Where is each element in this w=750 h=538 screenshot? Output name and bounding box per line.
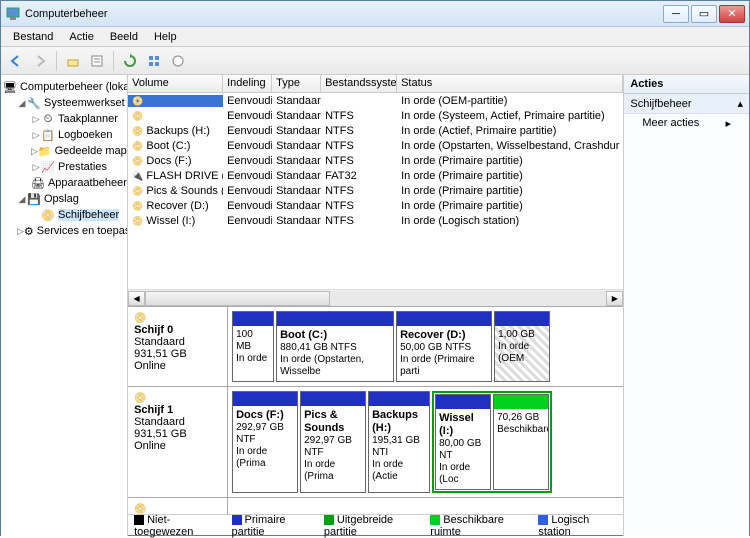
h-scrollbar[interactable]: ◀ ▶ — [128, 289, 623, 306]
window-title: Computerbeheer — [25, 8, 663, 20]
volume-row[interactable]: 📀 Boot (C:)EenvoudigStandaardNTFSIn orde… — [128, 138, 623, 153]
actions-panel: Acties Schijfbeheer▴ Meer acties▸ — [624, 75, 749, 536]
partition[interactable]: Wissel (I:)80,00 GB NTIn orde (Loc — [435, 394, 491, 490]
scroll-thumb[interactable] — [145, 291, 330, 306]
scroll-right[interactable]: ▶ — [606, 291, 623, 306]
tree-performance[interactable]: ▷📈Prestaties — [3, 159, 125, 175]
col-type[interactable]: Type — [272, 75, 321, 92]
actions-header: Acties — [624, 75, 749, 94]
volume-row[interactable]: 📀 Pics & Sounds (G:)EenvoudigStandaardNT… — [128, 183, 623, 198]
disk-row[interactable]: 📀Schijf 1Standaard931,51 GBOnlineDocs (F… — [128, 386, 623, 497]
tree-disk-management[interactable]: 📀Schijfbeheer — [3, 207, 125, 223]
tree-task-scheduler[interactable]: ▷⏲Taakplanner — [3, 111, 125, 127]
col-fs[interactable]: Bestandssysteem — [321, 75, 397, 92]
tree-device-manager[interactable]: 🖨Apparaatbeheer — [3, 175, 125, 191]
tree-services[interactable]: ▷⚙Services en toepassingen — [3, 223, 125, 239]
partition[interactable]: Pics & Sounds292,97 GB NTFIn orde (Prima — [300, 391, 366, 493]
menu-action[interactable]: Actie — [61, 29, 101, 45]
partition[interactable]: Docs (F:)292,97 GB NTFIn orde (Prima — [232, 391, 298, 493]
menu-view[interactable]: Beeld — [102, 29, 146, 45]
col-status[interactable]: Status — [397, 75, 623, 92]
legend: Niet-toegewezen Primaire partitie Uitgeb… — [128, 514, 623, 536]
help-button[interactable] — [167, 50, 189, 72]
tree-root[interactable]: 🖥Computerbeheer (lokaal) — [3, 79, 125, 95]
nav-tree[interactable]: 🖥Computerbeheer (lokaal) ◢🔧Systeemwerkse… — [1, 75, 128, 536]
partition[interactable]: 100 MBIn orde — [232, 311, 274, 382]
partition[interactable]: Backups (H:)195,31 GB NTIIn orde (Actie — [368, 391, 430, 493]
disk-map[interactable]: 📀Schijf 0Standaard931,51 GBOnline100 MBI… — [128, 306, 623, 514]
menu-help[interactable]: Help — [146, 29, 185, 45]
collapse-icon: ▴ — [737, 97, 743, 110]
volume-row[interactable]: 📀 Backups (H:)EenvoudigStandaardNTFSIn o… — [128, 123, 623, 138]
volume-row[interactable]: 📀 Wissel (I:)EenvoudigStandaardNTFSIn or… — [128, 213, 623, 228]
partition[interactable]: 70,26 GBBeschikbare — [493, 394, 549, 490]
disk-row[interactable]: 📀Schijf 0Standaard931,51 GBOnline100 MBI… — [128, 306, 623, 386]
volume-row[interactable]: 📀 EenvoudigStandaardNTFSIn orde (Systeem… — [128, 108, 623, 123]
volume-row[interactable]: 📀 Docs (F:)EenvoudigStandaardNTFSIn orde… — [128, 153, 623, 168]
up-button[interactable] — [62, 50, 84, 72]
maximize-button[interactable]: ▭ — [691, 5, 717, 23]
volume-row[interactable]: 🔌 FLASH DRIVE (L:)EenvoudigStandaardFAT3… — [128, 168, 623, 183]
col-volume[interactable]: Volume — [128, 75, 223, 92]
actions-more[interactable]: Meer acties▸ — [624, 114, 749, 133]
titlebar: Computerbeheer ─ ▭ ✕ — [1, 1, 749, 27]
tree-storage[interactable]: ◢💾Opslag — [3, 191, 125, 207]
volume-row[interactable]: 📀 Recover (D:)EenvoudigStandaardNTFSIn o… — [128, 198, 623, 213]
properties-button[interactable] — [86, 50, 108, 72]
chevron-right-icon: ▸ — [725, 117, 731, 130]
refresh-button[interactable] — [119, 50, 141, 72]
partition[interactable]: Recover (D:)50,00 GB NTFSIn orde (Primai… — [396, 311, 492, 382]
center-panel: Volume Indeling Type Bestandssysteem Sta… — [128, 75, 624, 536]
tree-event-logs[interactable]: ▷📋Logboeken — [3, 127, 125, 143]
volume-list[interactable]: 📀 EenvoudigStandaardIn orde (OEM-partiti… — [128, 93, 623, 289]
volume-row[interactable]: 📀 EenvoudigStandaardIn orde (OEM-partiti… — [128, 93, 623, 108]
disk-row[interactable]: 📀Schijf 2Verwisselbaar (V:)Geen medium — [128, 497, 623, 514]
partition[interactable]: 1,00 GBIn orde (OEM — [494, 311, 550, 382]
scroll-left[interactable]: ◀ — [128, 291, 145, 306]
close-button[interactable]: ✕ — [719, 5, 745, 23]
menubar: Bestand Actie Beeld Help — [1, 27, 749, 47]
menu-file[interactable]: Bestand — [5, 29, 61, 45]
back-button[interactable] — [5, 50, 27, 72]
tree-system-tools[interactable]: ◢🔧Systeemwerkset — [3, 95, 125, 111]
tree-shared-folders[interactable]: ▷📁Gedeelde mappen — [3, 143, 125, 159]
col-layout[interactable]: Indeling — [223, 75, 272, 92]
app-icon — [5, 6, 21, 22]
actions-diskmgmt[interactable]: Schijfbeheer▴ — [624, 94, 749, 114]
volume-header[interactable]: Volume Indeling Type Bestandssysteem Sta… — [128, 75, 623, 93]
partition[interactable]: Boot (C:)880,41 GB NTFSIn orde (Opstarte… — [276, 311, 394, 382]
forward-button[interactable] — [29, 50, 51, 72]
views-button[interactable] — [143, 50, 165, 72]
minimize-button[interactable]: ─ — [663, 5, 689, 23]
toolbar — [1, 47, 749, 75]
